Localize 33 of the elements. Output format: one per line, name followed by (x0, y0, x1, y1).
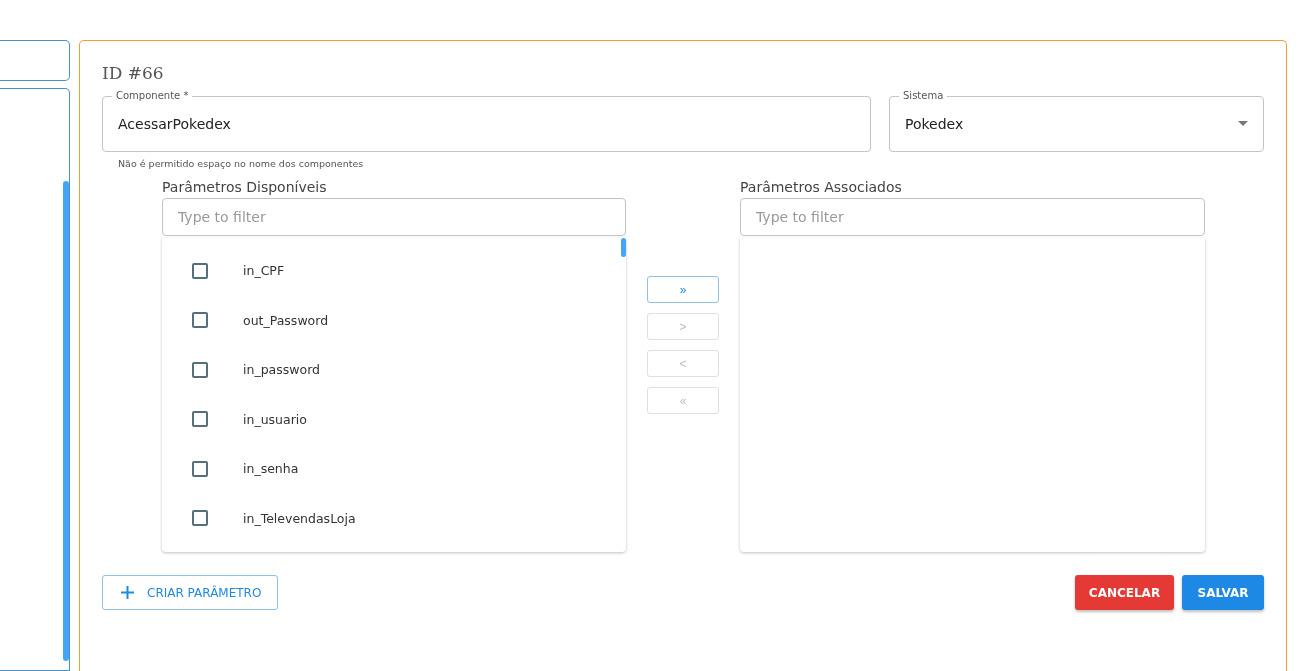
transfer-button[interactable]: » (647, 276, 719, 303)
checkbox[interactable] (192, 312, 208, 329)
caret-icon (1238, 121, 1248, 126)
scrollbar-thumb[interactable] (63, 181, 69, 661)
side-panel (0, 40, 70, 81)
checkbox[interactable] (192, 411, 208, 428)
scrollbar-thumb[interactable] (621, 238, 626, 257)
list-item[interactable]: out_Password (243, 312, 329, 328)
filter-field[interactable]: Type to filter (162, 198, 626, 236)
list-item[interactable]: in_senha (243, 461, 299, 477)
list-item[interactable]: in_CPF (243, 263, 285, 279)
create-parameter-button[interactable]: CRIAR PARÂMETRO (102, 575, 279, 610)
field-value: AcessarPokedex (118, 115, 232, 132)
list-label: Parâmetros Disponíveis (162, 179, 328, 195)
checkbox[interactable] (192, 460, 208, 477)
checkbox[interactable] (192, 510, 208, 527)
select-value: Pokedex (905, 115, 965, 132)
component-field[interactable]: Componente * AcessarPokedex (102, 90, 871, 152)
filter-field[interactable]: Type to filter (740, 198, 1205, 236)
helper-text: Não é permitido espaço no nome dos componentes (118, 158, 365, 169)
list-item[interactable]: in_usuario (243, 411, 307, 427)
field-label: Componente * (115, 90, 190, 102)
system-select[interactable]: Sistema Pokedex (889, 90, 1264, 152)
cancel-button[interactable]: CANCELAR (1075, 575, 1174, 610)
list-item[interactable]: in_password (243, 362, 320, 378)
save-button[interactable]: SALVAR (1182, 575, 1264, 610)
checkbox[interactable] (192, 262, 208, 279)
field-label: Sistema (902, 90, 945, 102)
plus-icon (121, 586, 134, 599)
list-label: Parâmetros Associados (740, 179, 903, 195)
form-title: ID #66 (102, 63, 165, 83)
checkbox[interactable] (192, 361, 208, 378)
list-item[interactable]: in_TelevendasLoja (243, 510, 356, 526)
